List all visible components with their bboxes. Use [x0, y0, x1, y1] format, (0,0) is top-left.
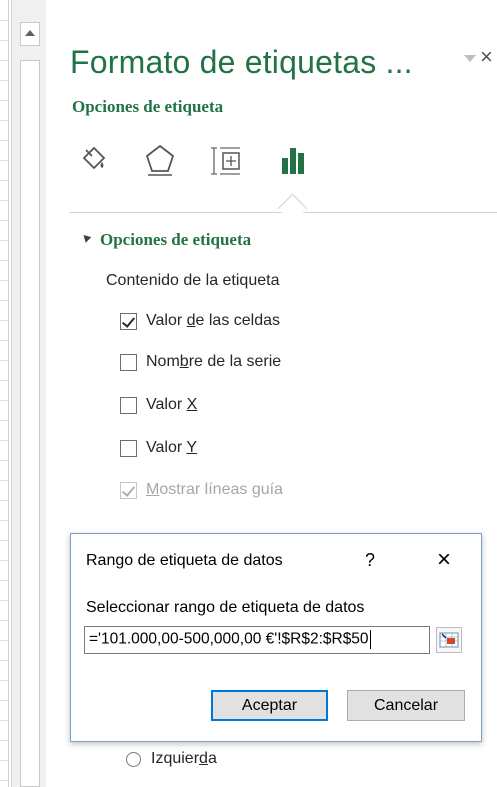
gridline-tick — [0, 80, 8, 81]
gridline-tick — [0, 560, 8, 561]
pane-close-button[interactable]: × — [480, 44, 493, 70]
radio-label: Izquierda — [151, 750, 217, 767]
dialog-close-button[interactable]: × — [437, 546, 451, 574]
tab-label-options[interactable] — [274, 138, 314, 182]
gridline-tick — [0, 580, 8, 581]
effects-pentagon-icon — [145, 144, 175, 176]
checkbox-label: Valor Y — [146, 439, 197, 456]
gridline-tick — [0, 720, 8, 721]
label-option-checkbox[interactable]: Valor Y — [120, 436, 197, 460]
tab-size-properties[interactable] — [206, 138, 246, 182]
worksheet-edge — [0, 0, 9, 787]
gridline-tick — [0, 360, 8, 361]
checkbox-checked — [120, 481, 137, 499]
gridline-tick — [0, 760, 8, 761]
pane-options-dropdown-icon[interactable] — [464, 55, 476, 62]
gridline-tick — [0, 740, 8, 741]
gridline-tick — [0, 780, 8, 781]
gridline-tick — [0, 120, 8, 121]
label-option-checkbox[interactable]: Valor de las celdas — [120, 309, 280, 333]
gridline-tick — [0, 620, 8, 621]
gridline-tick — [0, 680, 8, 681]
checkbox-unchecked[interactable] — [120, 439, 137, 457]
vertical-scrollbar[interactable] — [11, 0, 47, 787]
gridline-tick — [0, 380, 8, 381]
gridline-tick — [0, 660, 8, 661]
dialog-title: Rango de etiqueta de datos — [86, 552, 283, 569]
checkbox-label: Mostrar líneas guía — [146, 481, 283, 498]
range-input[interactable]: ='101.000,00-500,000,00 €'!$R$2:$R$50 — [84, 626, 430, 654]
gridline-tick — [0, 140, 8, 141]
checkbox-label: Nombre de la serie — [146, 353, 282, 370]
range-select-icon — [439, 632, 459, 648]
gridline-tick — [0, 160, 8, 161]
data-label-range-dialog: Rango de etiqueta de datos ? × Seleccion… — [70, 533, 482, 742]
section-title-label-options[interactable]: Opciones de etiqueta — [100, 230, 251, 250]
scroll-thumb[interactable] — [20, 60, 40, 787]
gridline-tick — [0, 340, 8, 341]
gridline-tick — [0, 700, 8, 701]
gridline-tick — [0, 460, 8, 461]
gridline-tick — [0, 480, 8, 481]
gridline-tick — [0, 440, 8, 441]
bar-chart-options-icon — [282, 148, 304, 174]
checkbox-checked[interactable] — [120, 312, 137, 330]
pane-title: Formato de etiquetas ... — [70, 44, 413, 80]
tab-effects[interactable] — [140, 138, 180, 182]
gridline-tick — [0, 180, 8, 181]
checkbox-unchecked[interactable] — [120, 353, 137, 371]
gridline-tick — [0, 220, 8, 221]
gridline-tick — [0, 260, 8, 261]
scroll-up-button[interactable] — [20, 22, 40, 46]
gridline-tick — [0, 60, 8, 61]
fill-line-icon — [82, 146, 106, 170]
gridline-tick — [0, 500, 8, 501]
section-collapse-icon[interactable] — [80, 232, 92, 243]
position-left-radio[interactable]: Izquierda — [126, 750, 217, 768]
selected-tab-pointer — [277, 193, 308, 224]
gridline-tick — [0, 540, 8, 541]
gridline-tick — [0, 420, 8, 421]
radio-circle[interactable] — [126, 751, 141, 767]
label-option-checkbox[interactable]: Valor X — [120, 393, 197, 417]
gridline-tick — [0, 640, 8, 641]
gridline-tick — [0, 240, 8, 241]
gridline-tick — [0, 20, 8, 21]
gridline-tick — [0, 280, 8, 281]
gridline-tick — [0, 600, 8, 601]
ok-button[interactable]: Aceptar — [211, 690, 328, 721]
checkbox-unchecked[interactable] — [120, 396, 137, 414]
checkbox-label: Valor de las celdas — [146, 312, 281, 329]
cancel-button[interactable]: Cancelar — [347, 690, 465, 721]
gridline-tick — [0, 400, 8, 401]
label-contains-heading: Contenido de la etiqueta — [106, 272, 280, 289]
gridline-tick — [0, 300, 8, 301]
gridline-tick — [0, 40, 8, 41]
gridline-tick — [0, 320, 8, 321]
dialog-help-button[interactable]: ? — [365, 550, 375, 571]
gridline-tick — [0, 520, 8, 521]
pane-subtitle: Opciones de etiqueta — [72, 97, 224, 116]
gridline-tick — [0, 200, 8, 201]
range-field-label: Seleccionar rango de etiqueta de datos — [86, 599, 365, 616]
size-properties-icon — [211, 147, 240, 175]
label-option-checkbox: Mostrar líneas guía — [120, 478, 283, 502]
gridline-tick — [0, 100, 8, 101]
label-option-checkbox[interactable]: Nombre de la serie — [120, 350, 281, 374]
tab-fill-line[interactable] — [72, 138, 112, 182]
checkbox-label: Valor X — [146, 396, 198, 413]
collapse-dialog-button[interactable] — [436, 627, 462, 653]
